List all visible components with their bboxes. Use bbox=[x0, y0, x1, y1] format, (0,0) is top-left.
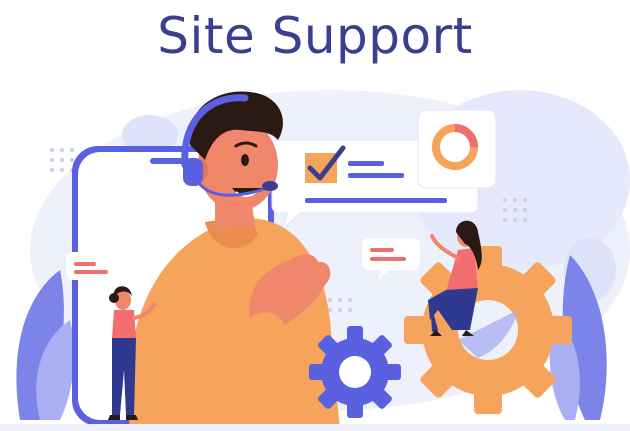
dot-grid-left bbox=[50, 148, 74, 172]
ground bbox=[0, 424, 630, 431]
support-illustration bbox=[0, 90, 630, 431]
gear-icon bbox=[309, 326, 401, 418]
donut-card bbox=[417, 109, 497, 189]
